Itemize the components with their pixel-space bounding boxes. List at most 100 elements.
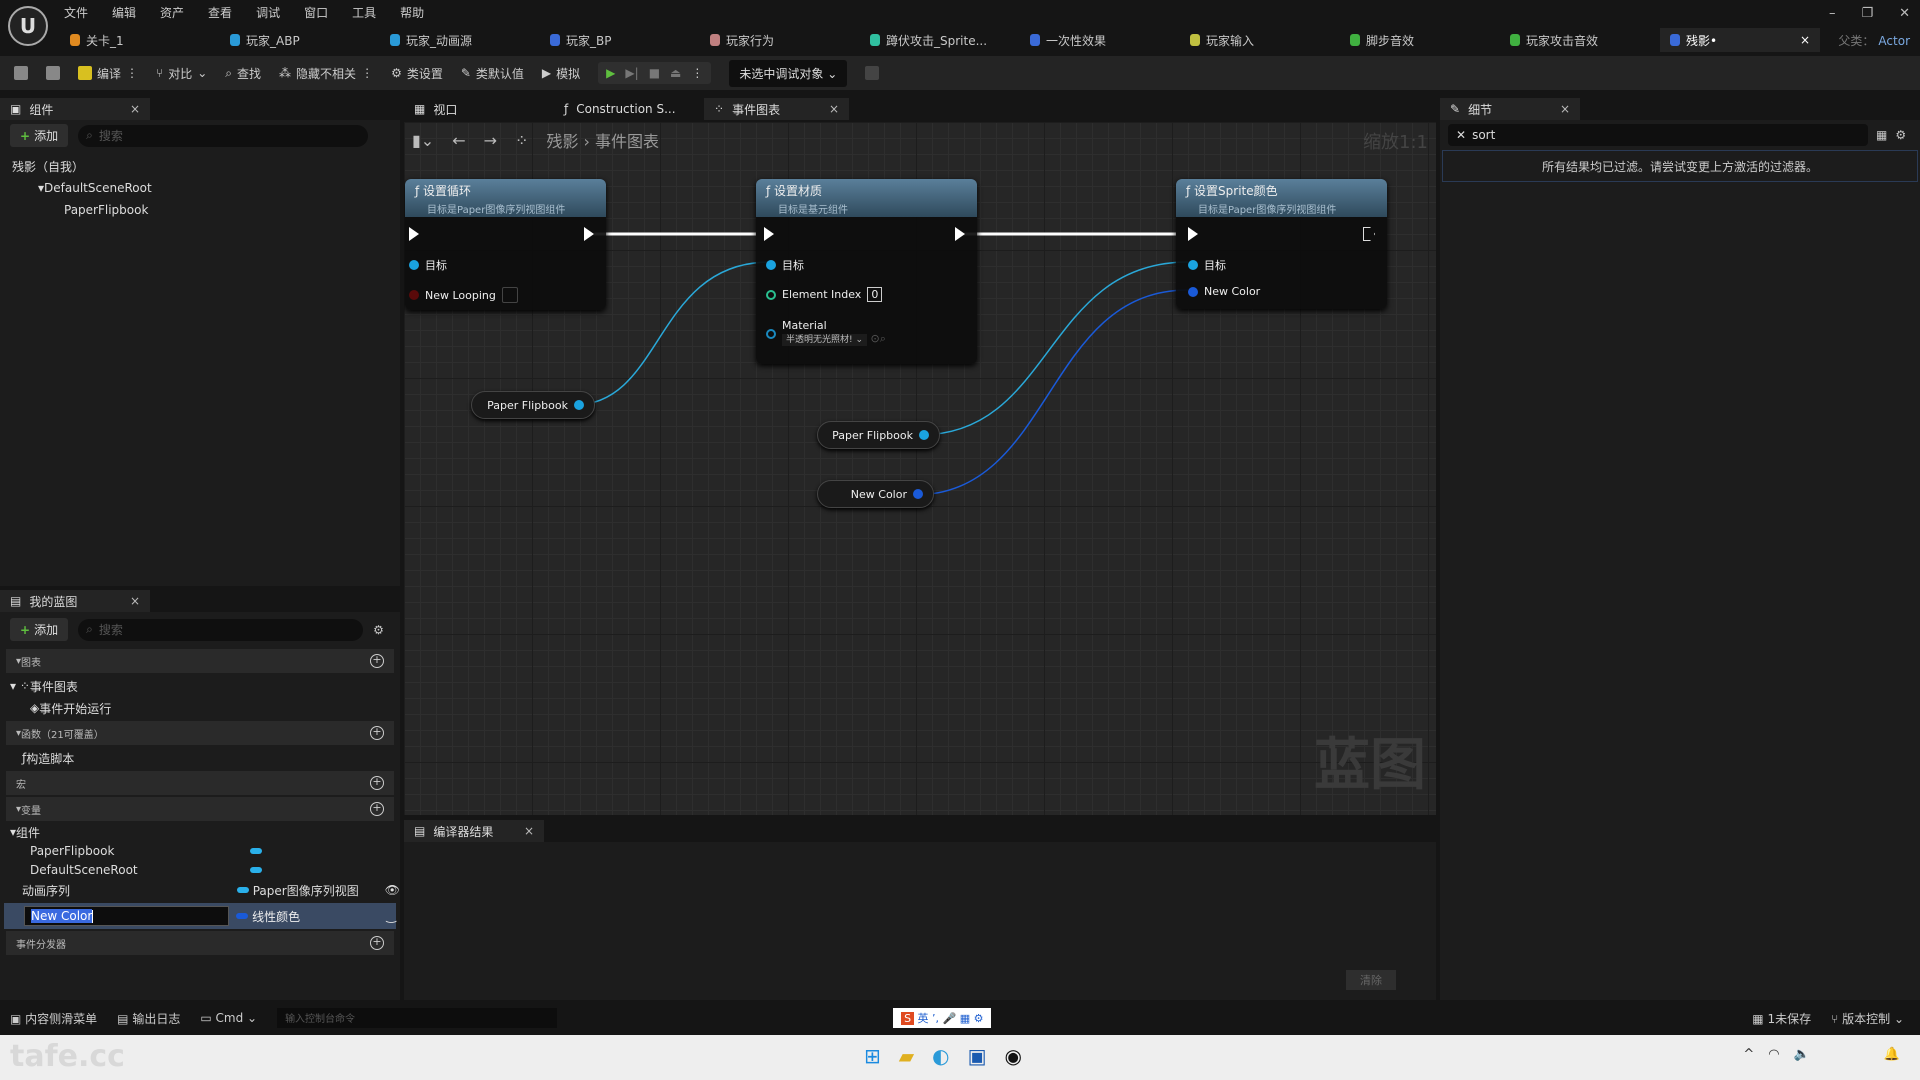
exec-in-pin[interactable] [1188, 227, 1198, 241]
var-paperflipbook[interactable]: PaperFlipbook [0, 841, 400, 860]
asset-tab[interactable]: 残影• × [1660, 28, 1820, 52]
pin-target[interactable]: 目标 [766, 257, 804, 273]
group-components[interactable]: ▾ 组件 [0, 823, 400, 841]
tree-item-paperflipbook[interactable]: PaperFlipbook [12, 199, 388, 221]
tab-compiler-results[interactable]: ▤ 编译器结果 × [404, 820, 544, 842]
add-macro-icon[interactable]: + [370, 776, 384, 790]
exec-out-pin[interactable] [1363, 227, 1375, 241]
menu-view[interactable]: 查看 [208, 4, 232, 21]
asset-tab[interactable]: 玩家_BP [540, 28, 700, 52]
close-icon[interactable]: × [130, 102, 140, 116]
class-defaults-button[interactable]: ✎ 类默认值 [461, 65, 524, 82]
unsaved-button[interactable]: ▦ 1未保存 [1752, 1010, 1811, 1027]
element-index-input[interactable]: 0 [867, 287, 883, 302]
menu-debug[interactable]: 调试 [256, 4, 280, 21]
clear-button[interactable]: 清除 [1346, 970, 1396, 990]
use-asset-icon[interactable]: ⊙ [871, 332, 880, 345]
play-button[interactable]: ▶ [606, 66, 615, 80]
menu-tools[interactable]: 工具 [352, 4, 376, 21]
debug-browse-icon[interactable] [865, 66, 880, 80]
var-new-color[interactable]: New Color 线性颜色 ‿ [4, 903, 396, 929]
tab-viewport[interactable]: ▦ 视口 [404, 98, 554, 120]
components-search-input[interactable]: ⌕ 搜索 [78, 124, 369, 147]
menu-window[interactable]: 窗口 [304, 4, 328, 21]
eject-button[interactable]: ⏏ [670, 66, 681, 80]
eye-closed-icon[interactable]: ‿ [386, 909, 396, 923]
asset-tab[interactable]: 关卡_1 [60, 28, 220, 52]
var-anim-sequence[interactable]: 动画序列 Paper图像序列视图 👁 [0, 879, 400, 901]
close-window-button[interactable]: ✕ [1899, 6, 1910, 21]
section-event-dispatchers[interactable]: 事件分发器 + [6, 931, 394, 955]
asset-tab[interactable]: 一次性效果 [1020, 28, 1180, 52]
table-view-icon[interactable]: ▦ [1876, 128, 1887, 142]
parent-class-link[interactable]: Actor [1878, 34, 1910, 48]
item-begin-play[interactable]: ◈ 事件开始运行 [0, 697, 400, 719]
blueprint-search-input[interactable]: ⌕ 搜索 [78, 618, 364, 641]
clear-search-icon[interactable]: ✕ [1456, 128, 1466, 142]
diff-button[interactable]: ⑂ 对比 ⌄ [156, 65, 207, 82]
asset-tab[interactable]: 玩家行为 [700, 28, 860, 52]
close-icon[interactable]: × [130, 594, 140, 608]
node-set-material[interactable]: ƒ 设置材质 目标是基元组件 目标 Element Index 0 Material… [756, 179, 977, 364]
save-icon[interactable] [14, 66, 28, 80]
close-icon[interactable]: × [829, 102, 839, 116]
add-button[interactable]: + 添加 [10, 618, 69, 641]
unreal-logo-icon[interactable]: U [8, 6, 48, 46]
settings-gear-icon[interactable]: ⚙ [373, 623, 384, 637]
source-control-button[interactable]: ⑂ 版本控制 ⌄ [1831, 1010, 1904, 1027]
pin-new-color[interactable]: New Color [1188, 285, 1260, 298]
menu-file[interactable]: 文件 [64, 4, 88, 21]
close-icon[interactable]: × [1560, 102, 1570, 116]
debug-target-dropdown[interactable]: 未选中调试对象 ⌄ [729, 59, 848, 87]
var-node-new-color[interactable]: New Color [817, 480, 934, 508]
chevron-up-icon[interactable]: ^ [1743, 1047, 1754, 1062]
tree-item-defaultsceneroot[interactable]: ▾ DefaultSceneRoot [12, 177, 388, 199]
hide-unrelated-button[interactable]: ⁂ 隐藏不相关 ⋮ [279, 65, 373, 82]
node-set-sprite-color[interactable]: ƒ 设置Sprite颜色 目标是Paper图像序列视图组件 目标 New Colo… [1176, 179, 1387, 309]
wifi-icon[interactable]: ◠ [1768, 1047, 1779, 1062]
find-button[interactable]: ⌕ 查找 [225, 65, 261, 82]
class-settings-button[interactable]: ⚙ 类设置 [391, 65, 443, 82]
details-search-input[interactable]: ✕ sort [1448, 124, 1868, 146]
event-graph-canvas[interactable]: ▮⌄ ← → ⁘ 残影 › 事件图表 缩放1:1 蓝图 ƒ 设置循环 目标是Pap… [404, 122, 1436, 815]
store-icon[interactable]: ▣ [968, 1044, 987, 1068]
looping-checkbox[interactable] [501, 287, 518, 303]
material-dropdown[interactable]: 半透明无光照材! ⌄ [782, 334, 868, 346]
play-options-button[interactable]: ⋮ [691, 66, 703, 80]
tab-event-graph[interactable]: ⁘ 事件图表 × [704, 98, 849, 120]
asset-tab[interactable]: 玩家攻击音效 [1500, 28, 1660, 52]
close-tab-icon[interactable]: × [1800, 33, 1810, 47]
unreal-engine-icon[interactable]: ◉ [1005, 1044, 1022, 1068]
edge-icon[interactable]: ◐ [932, 1044, 949, 1068]
restore-button[interactable]: ❐ [1861, 6, 1873, 21]
console-input[interactable]: 输入控制台命令 [277, 1008, 558, 1028]
close-icon[interactable]: × [524, 824, 534, 838]
menu-asset[interactable]: 资产 [160, 4, 184, 21]
item-construction-script[interactable]: ƒ 构造脚本 [0, 747, 400, 769]
menu-edit[interactable]: 编辑 [112, 4, 136, 21]
menu-help[interactable]: 帮助 [400, 4, 424, 21]
ime-toolbar[interactable]: S 英 ʼ, 🎤 ▦ ⚙ [893, 1008, 992, 1028]
step-button[interactable]: ▶| [625, 66, 638, 80]
simulate-button[interactable]: ▶ 模拟 [542, 65, 580, 82]
minimize-button[interactable]: – [1829, 6, 1836, 21]
add-dispatcher-icon[interactable]: + [370, 936, 384, 950]
section-variables[interactable]: ▾ 变量 + [6, 797, 394, 821]
notification-bell-icon[interactable]: 🔔 [1884, 1047, 1900, 1062]
output-log-button[interactable]: ▤ 输出日志 [117, 1010, 180, 1027]
tab-components[interactable]: ▣ 组件 × [0, 98, 150, 120]
eye-icon[interactable]: 👁 [385, 883, 400, 897]
settings-gear-icon[interactable]: ⚙ [1895, 128, 1906, 142]
file-explorer-icon[interactable]: ▰ [899, 1044, 914, 1068]
cmd-dropdown[interactable]: ▭ Cmd ⌄ [200, 1011, 257, 1025]
tab-details[interactable]: ✎ 细节 × [1440, 98, 1580, 120]
add-function-icon[interactable]: + [370, 726, 384, 740]
asset-tab[interactable]: 玩家_ABP [220, 28, 380, 52]
pin-element-index[interactable]: Element Index 0 [766, 287, 883, 302]
var-node-paper-flipbook-2[interactable]: Paper Flipbook [817, 421, 940, 449]
tab-construction-script[interactable]: ƒ Construction S... [554, 98, 704, 120]
volume-icon[interactable]: 🔈 [1794, 1047, 1810, 1062]
var-node-paper-flipbook[interactable]: Paper Flipbook [471, 391, 595, 419]
pin-material[interactable]: Material 半透明无光照材! ⌄ ⊙⌕ [766, 319, 886, 346]
section-macros[interactable]: 宏 + [6, 771, 394, 795]
